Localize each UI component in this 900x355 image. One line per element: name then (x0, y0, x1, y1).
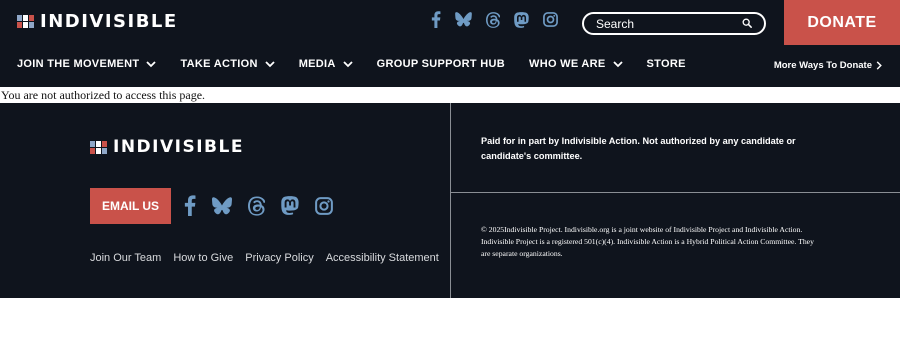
unauthorized-message: You are not authorized to access this pa… (1, 88, 206, 102)
nav-item-label: MEDIA (298, 58, 336, 70)
chevron-down-icon (265, 60, 275, 67)
indivisible-logo-icon (17, 15, 34, 28)
chevron-down-icon (146, 60, 157, 67)
instagram-icon[interactable] (315, 196, 333, 215)
more-ways-to-donate-link[interactable]: More Ways To Donate (774, 60, 882, 71)
copyright-notice: © 2025Indivisible Project. Indivisible.o… (481, 225, 814, 258)
threads-icon[interactable] (486, 11, 500, 28)
header-logo[interactable]: INDIVISIBLE (17, 11, 178, 32)
chevron-right-icon (876, 61, 882, 70)
logo-text: INDIVISIBLE (113, 137, 244, 157)
indivisible-logo-icon (90, 140, 107, 154)
footer-right-panel: Paid for in part by Indivisible Action. … (451, 103, 900, 298)
mastodon-icon[interactable] (514, 11, 529, 28)
header-social-links (431, 11, 558, 28)
mastodon-icon[interactable] (281, 196, 299, 215)
chevron-down-icon (343, 60, 353, 67)
main-nav: JOIN THE MOVEMENT TAKE ACTION MEDIA GROUP S… (17, 58, 710, 70)
footer-left-panel: INDIVISIBLE EMAIL US Join Our Team How t… (0, 103, 451, 298)
footer-links: Join Our Team How to Give Privacy Policy… (90, 252, 439, 264)
facebook-icon[interactable] (431, 11, 441, 28)
footer-link-join-our-team[interactable]: Join Our Team (90, 252, 161, 264)
threads-icon[interactable] (248, 195, 265, 216)
site-header: INDIVISIBLE DONATE JOIN THE MOVEMENT TAKE… (0, 0, 900, 87)
email-us-button[interactable]: EMAIL US (90, 188, 171, 224)
donate-button[interactable]: DONATE (784, 0, 900, 45)
footer-social-links (184, 195, 333, 216)
nav-item-media[interactable]: MEDIA (299, 58, 353, 70)
footer-link-how-to-give[interactable]: How to Give (173, 252, 233, 264)
logo-text: INDIVISIBLE (40, 11, 178, 32)
nav-item-who-we-are[interactable]: WHO WE ARE (529, 58, 623, 70)
paid-for-box: Paid for in part by Indivisible Action. … (451, 103, 900, 193)
nav-item-join-the-movement[interactable]: JOIN THE MOVEMENT (17, 58, 157, 70)
facebook-icon[interactable] (184, 195, 196, 216)
search-icon[interactable] (742, 18, 752, 28)
footer-link-accessibility-statement[interactable]: Accessibility Statement (326, 252, 439, 264)
nav-item-take-action[interactable]: TAKE ACTION (180, 58, 275, 70)
bluesky-icon[interactable] (455, 12, 472, 27)
instagram-icon[interactable] (543, 12, 558, 27)
nav-item-label: GROUP SUPPORT HUB (376, 58, 506, 70)
nav-item-label: JOIN THE MOVEMENT (17, 58, 140, 70)
site-footer: INDIVISIBLE EMAIL US Join Our Team How t… (0, 103, 900, 298)
nav-item-store[interactable]: STORE (647, 58, 686, 70)
footer-logo[interactable]: INDIVISIBLE (90, 137, 244, 157)
nav-item-label: WHO WE ARE (529, 58, 606, 70)
nav-item-label: STORE (646, 58, 686, 70)
footer-link-privacy-policy[interactable]: Privacy Policy (245, 252, 313, 264)
paid-for-disclaimer: Paid for in part by Indivisible Action. … (481, 136, 796, 161)
search-box[interactable] (582, 12, 766, 35)
search-input[interactable] (596, 16, 736, 31)
chevron-down-icon (612, 60, 623, 67)
nav-item-group-support-hub[interactable]: GROUP SUPPORT HUB (377, 58, 505, 70)
nav-item-label: TAKE ACTION (180, 58, 258, 70)
more-ways-label: More Ways To Donate (773, 60, 872, 71)
bluesky-icon[interactable] (212, 196, 232, 215)
